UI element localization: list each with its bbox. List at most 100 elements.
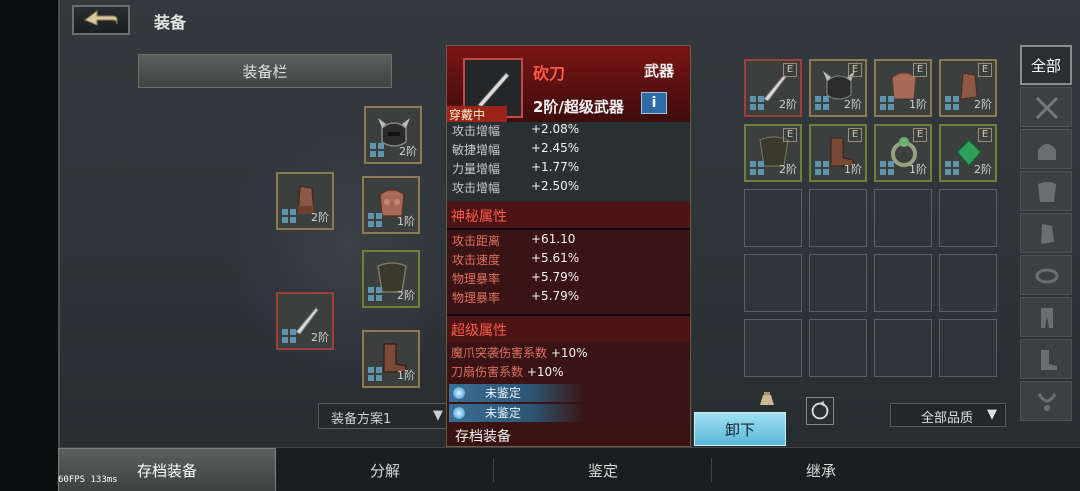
- inventory-empty-slot[interactable]: [874, 189, 932, 247]
- stat-value: +2.45%: [531, 141, 580, 155]
- inventory-empty-slot[interactable]: [744, 319, 802, 377]
- inventory-empty-slot[interactable]: [809, 319, 867, 377]
- stat-row: 敏捷增幅 +2.45%: [447, 141, 690, 160]
- inventory-empty-slot[interactable]: [744, 254, 802, 312]
- inventory-item[interactable]: E 2阶: [939, 59, 997, 117]
- slot-tier: 1阶: [397, 215, 415, 228]
- inventory-empty-slot[interactable]: [809, 254, 867, 312]
- equip-slot-cloak[interactable]: 2阶: [362, 250, 420, 308]
- tab-disassemble[interactable]: 分解: [276, 448, 494, 491]
- super-stat-row: 刀扇伤害系数 +10%: [447, 363, 690, 382]
- inventory-item[interactable]: E 2阶: [744, 124, 802, 182]
- tab-gloves[interactable]: [1020, 213, 1072, 253]
- inventory-item[interactable]: E 1阶: [874, 124, 932, 182]
- tab-boots[interactable]: [1020, 339, 1072, 379]
- boots-icon: [1041, 350, 1057, 370]
- quality-dots: [368, 213, 382, 227]
- stat-value: +5.61%: [531, 251, 580, 265]
- necklace-icon: [1037, 393, 1057, 411]
- inventory-item[interactable]: E 1阶: [809, 124, 867, 182]
- quality-dots: [815, 96, 829, 110]
- tab-armor[interactable]: [1020, 171, 1072, 211]
- gem-icon: [453, 407, 465, 419]
- tab-necklace[interactable]: [1020, 381, 1072, 421]
- mystic-section-title: 神秘属性: [447, 202, 690, 228]
- inventory-item[interactable]: E 1阶: [874, 59, 932, 117]
- quality-dots: [368, 287, 382, 301]
- inventory-empty-slot[interactable]: [939, 189, 997, 247]
- quality-dots: [945, 96, 959, 110]
- equipped-marker: E: [848, 128, 862, 142]
- swords-icon: [1035, 96, 1059, 120]
- tab-inherit[interactable]: 继承: [712, 448, 930, 491]
- stat-key: 攻击距离: [452, 234, 501, 248]
- unidentified-label: 未鉴定: [485, 386, 522, 400]
- stat-row: 物理暴率 +5.79%: [447, 289, 690, 308]
- fps-counter: 60FPS 133ms: [58, 475, 118, 485]
- quality-dots: [282, 329, 296, 343]
- stat-key: 攻击增幅: [452, 181, 501, 195]
- equipped-marker: E: [913, 63, 927, 77]
- slot-tier: 2阶: [311, 331, 329, 344]
- stat-key: 攻击增幅: [452, 124, 501, 138]
- stat-key: 敏捷增幅: [452, 143, 501, 157]
- equip-slot-weapon[interactable]: 2阶: [276, 292, 334, 350]
- tab-belt[interactable]: [1020, 255, 1072, 295]
- slot-tier: 2阶: [397, 289, 415, 302]
- item-tier: 1阶: [909, 163, 927, 176]
- unidentified-slot: 未鉴定: [449, 404, 585, 422]
- inventory-empty-slot[interactable]: [939, 319, 997, 377]
- back-button[interactable]: [72, 5, 130, 35]
- equip-slot-gloves[interactable]: 2阶: [276, 172, 334, 230]
- equip-slot-boots[interactable]: 1阶: [362, 330, 420, 388]
- quality-filter[interactable]: 全部品质 ▼: [890, 403, 1006, 427]
- inventory-empty-slot[interactable]: [809, 189, 867, 247]
- gauntlet-icon: [1041, 224, 1054, 244]
- bottom-tab-bar: 存档装备 分解 鉴定 继承: [58, 447, 1080, 491]
- inventory-empty-slot[interactable]: [744, 189, 802, 247]
- loadout-select[interactable]: 装备方案1 ▼: [318, 403, 448, 429]
- quality-dots: [368, 367, 382, 381]
- tab-identify[interactable]: 鉴定: [494, 448, 712, 491]
- slot-tier: 2阶: [399, 145, 417, 158]
- tab-weapon[interactable]: [1020, 87, 1072, 127]
- inventory-item[interactable]: E 2阶: [744, 59, 802, 117]
- stat-value: +10%: [523, 365, 564, 379]
- item-tier: 1阶: [909, 98, 927, 111]
- equip-slot-helmet[interactable]: 2阶: [364, 106, 422, 164]
- stat-value: +5.79%: [531, 270, 580, 284]
- inventory-empty-slot[interactable]: [939, 254, 997, 312]
- equip-slot-armor[interactable]: 1阶: [362, 176, 420, 234]
- stat-row: 攻击速度 +5.61%: [447, 251, 690, 270]
- back-arrow-icon: [84, 10, 118, 26]
- quality-dots: [282, 209, 296, 223]
- stat-value: +2.08%: [531, 122, 580, 136]
- equipped-marker: E: [783, 128, 797, 142]
- mystic-stats: 攻击距离 +61.10 攻击速度 +5.61% 物理暴率 +5.79% 物理暴率 +5.…: [447, 230, 690, 314]
- stat-row: 力量增幅 +1.77%: [447, 160, 690, 179]
- info-button[interactable]: i: [641, 92, 667, 114]
- belt-icon: [1035, 268, 1059, 284]
- inventory-empty-slot[interactable]: [874, 254, 932, 312]
- tab-all[interactable]: 全部: [1020, 45, 1072, 85]
- unequip-button[interactable]: 卸下: [694, 412, 786, 446]
- quality-dots: [370, 143, 384, 157]
- stat-value: +10%: [547, 346, 588, 360]
- tab-helmet[interactable]: [1020, 129, 1072, 169]
- tab-legs[interactable]: [1020, 297, 1072, 337]
- stat-key: 物理暴率: [452, 272, 501, 286]
- wearing-badge: 穿戴中: [447, 106, 507, 122]
- quality-dots: [750, 161, 764, 175]
- stat-row: 物理暴率 +5.79%: [447, 270, 690, 289]
- item-type: 武器: [643, 62, 674, 80]
- item-tier: 2阶: [974, 163, 992, 176]
- inventory-item[interactable]: E 2阶: [939, 124, 997, 182]
- stat-row: 攻击增幅 +2.08%: [447, 122, 690, 141]
- quality-filter-label: 全部品质: [921, 411, 974, 426]
- swap-button[interactable]: [806, 397, 834, 425]
- inventory-item[interactable]: E 2阶: [809, 59, 867, 117]
- inventory-empty-slot[interactable]: [874, 319, 932, 377]
- item-tier: 2阶: [974, 98, 992, 111]
- item-tier: 2阶: [779, 163, 797, 176]
- money-bag-icon: [760, 392, 774, 405]
